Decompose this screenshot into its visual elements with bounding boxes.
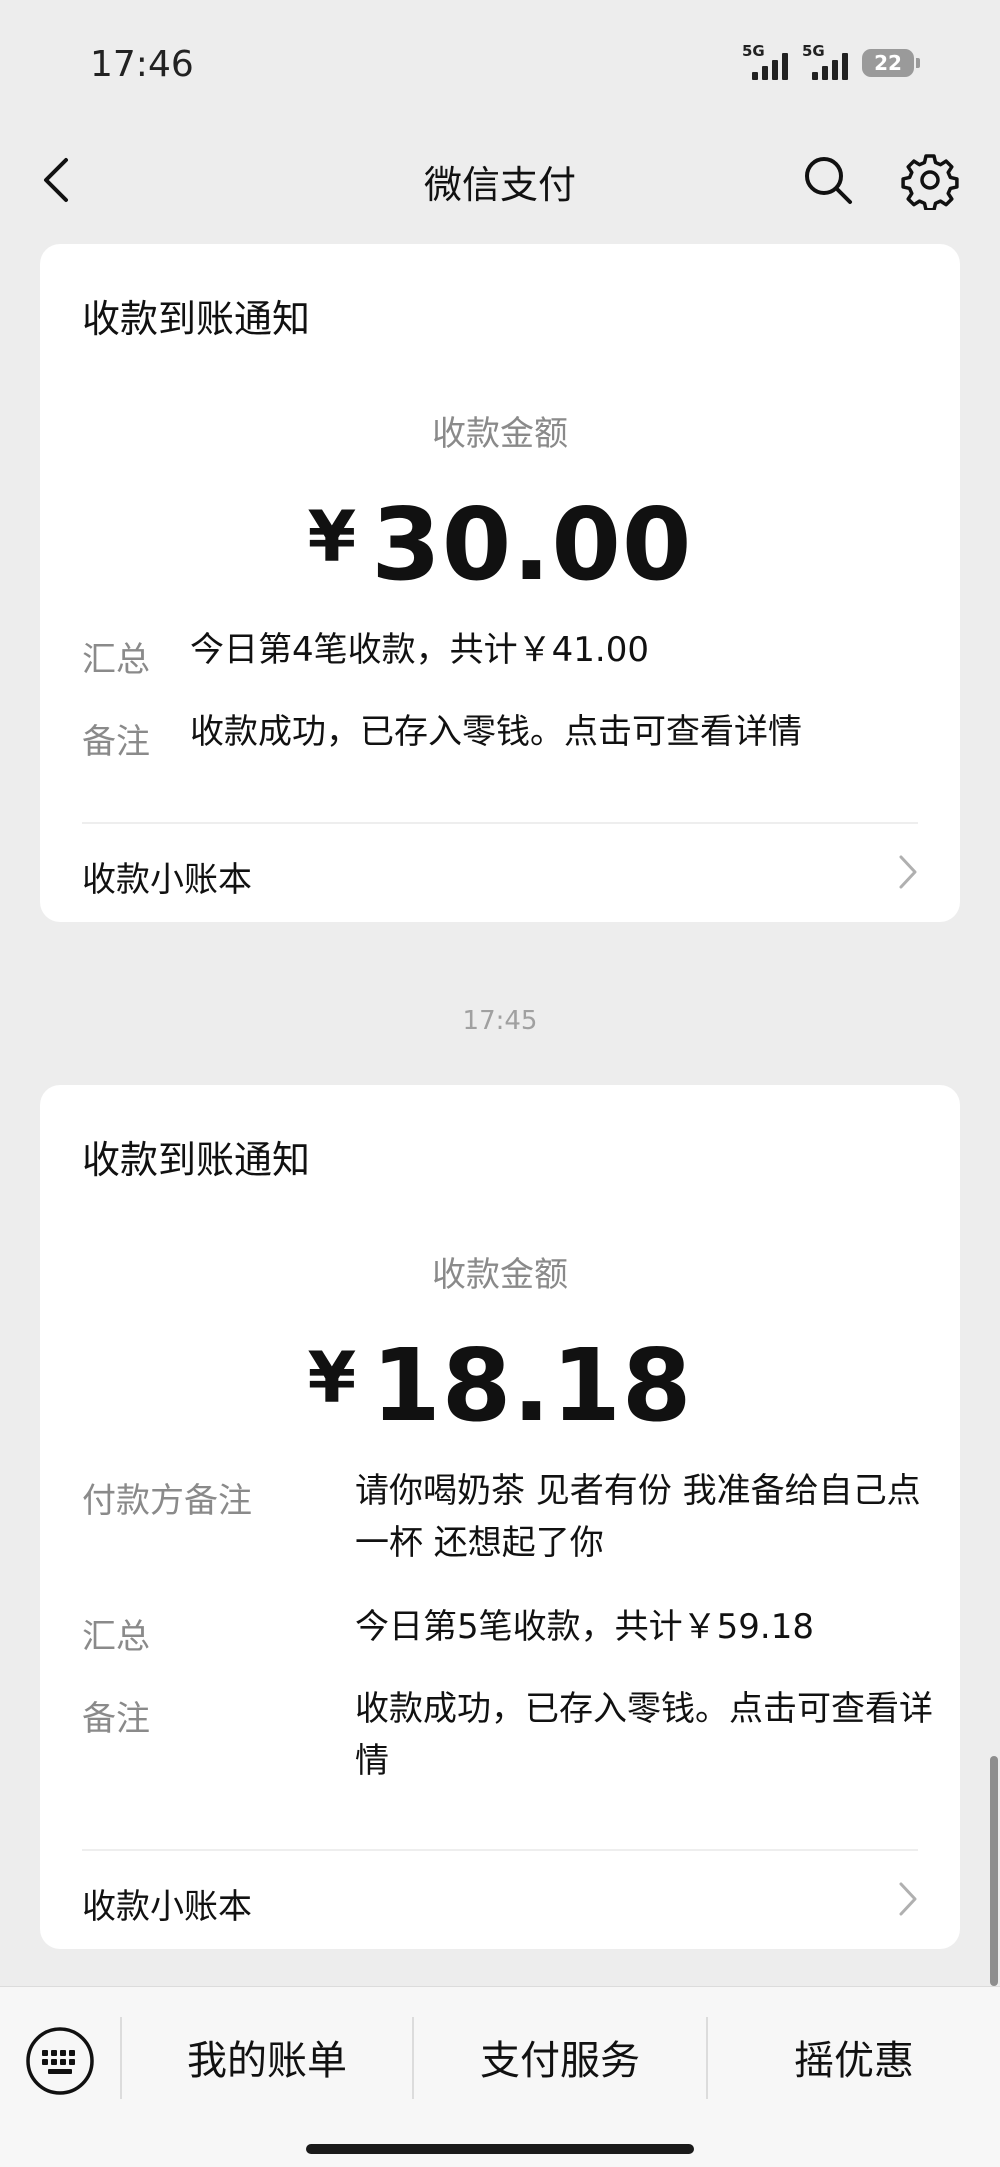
note-value: 收款成功，已存入零钱。点击可查看详情 [355,1689,933,1781]
ledger-link[interactable]: 收款小账本 [40,1849,960,1949]
nav-bar: 微信支付 [0,130,1000,230]
note-label: 备注 [82,1699,150,1739]
card-title: 收款到账通知 [82,1138,311,1182]
signal-5g-icon: 5G [742,42,792,80]
amount-number: 18.18 [371,1327,693,1444]
summary-label: 汇总 [82,640,150,680]
bottom-menu-bar: 我的账单 支付服务 摇优惠 [0,1986,1000,2167]
scrollbar[interactable] [990,1756,998,1986]
message-timestamp: 17:45 [462,1006,538,1036]
tab-payment-services[interactable]: 支付服务 [414,2013,706,2109]
tab-shake-discounts[interactable]: 摇优惠 [708,2013,1000,2109]
note-label: 备注 [82,722,150,762]
chevron-right-icon [898,1881,918,1917]
tab-my-bills[interactable]: 我的账单 [122,2013,412,2109]
home-indicator[interactable] [306,2144,694,2154]
amount-label: 收款金额 [432,414,568,454]
search-icon[interactable] [800,152,856,208]
ledger-link[interactable]: 收款小账本 [40,822,960,922]
amount-number: 30.00 [371,486,693,603]
back-arrow-icon[interactable] [30,150,90,210]
signal-5g-icon: 5G [802,42,852,80]
amount-value: ¥18.18 [40,1327,960,1444]
note-value: 收款成功，已存入零钱。点击可查看详情 [190,712,802,752]
status-time: 17:46 [90,44,194,85]
payer-note-value: 请你喝奶茶 见者有份 我准备给自己点一杯 还想起了你 [355,1471,921,1563]
currency-symbol: ¥ [307,1337,358,1419]
status-indicators: 5G 5G 22 [742,42,920,80]
summary-label: 汇总 [82,1617,150,1657]
status-bar: 17:46 5G 5G 22 [0,0,1000,130]
ledger-label: 收款小账本 [82,860,252,900]
amount-value: ¥30.00 [40,486,960,603]
summary-value: 今日第4笔收款，共计￥41.00 [190,630,649,670]
gear-icon[interactable] [900,150,960,212]
ledger-label: 收款小账本 [82,1887,252,1927]
payer-note-label: 付款方备注 [82,1481,252,1521]
summary-value: 今日第5笔收款，共计￥59.18 [355,1607,814,1647]
payment-notification-card[interactable]: 收款到账通知 收款金额 ¥18.18 付款方备注 请你喝奶茶 见者有份 我准备给… [40,1085,960,1949]
card-title: 收款到账通知 [82,297,311,341]
chevron-right-icon [898,854,918,890]
payment-notification-card[interactable]: 收款到账通知 收款金额 ¥30.00 汇总 今日第4笔收款，共计￥41.00 备… [40,244,960,922]
battery-icon: 22 [862,49,920,77]
currency-symbol: ¥ [307,496,358,578]
keyboard-icon[interactable] [24,2025,96,2097]
amount-label: 收款金额 [432,1255,568,1295]
